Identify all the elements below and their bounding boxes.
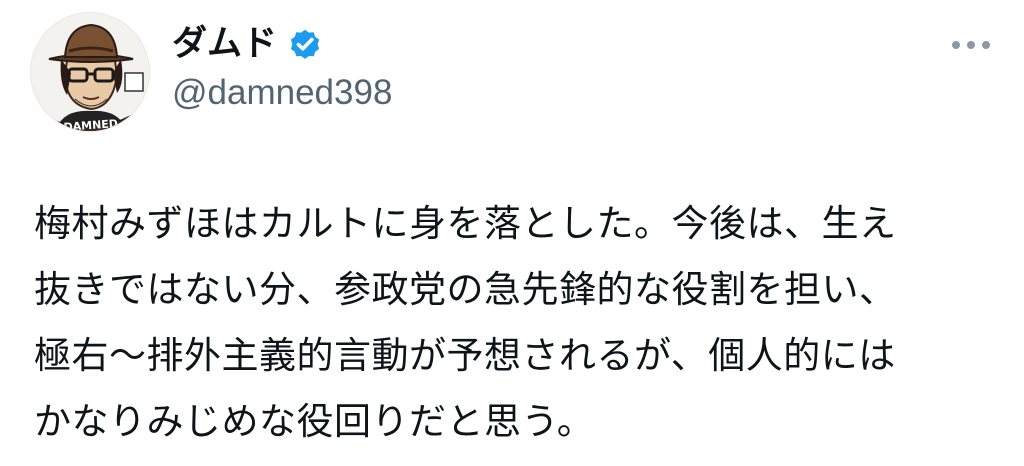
tweet-card: DAMNED ダムド @damned398 梅村みずほはカルトに身を落とした。今… [0, 0, 1024, 466]
verified-badge-icon [290, 29, 320, 59]
ellipsis-horizontal-icon [952, 41, 960, 49]
ellipsis-dot [967, 41, 975, 49]
more-options-button[interactable] [946, 30, 996, 60]
tweet-text: 梅村みずほはカルトに身を落とした。今後は、生え 抜きではない分、参政党の急先鋒的… [34, 194, 1004, 458]
avatar[interactable]: DAMNED [30, 12, 150, 132]
tweet-text-line: 極右〜排外主義的言動が予想されるが、個人的には [34, 334, 896, 377]
ellipsis-dot [982, 41, 990, 49]
tweet-text-line: かなりみじめな役回りだと思う。 [34, 400, 595, 443]
avatar-image: DAMNED [31, 13, 149, 131]
tweet-text-line: 抜きではない分、参政党の急先鋒的な役割を担い、 [34, 268, 897, 311]
display-name[interactable]: ダムド [172, 22, 277, 66]
tweet-text-line: 梅村みずほはカルトに身を落とした。今後は、生え [34, 202, 897, 245]
user-handle[interactable]: @damned398 [172, 70, 392, 116]
author-name-row[interactable]: ダムド [172, 22, 323, 66]
